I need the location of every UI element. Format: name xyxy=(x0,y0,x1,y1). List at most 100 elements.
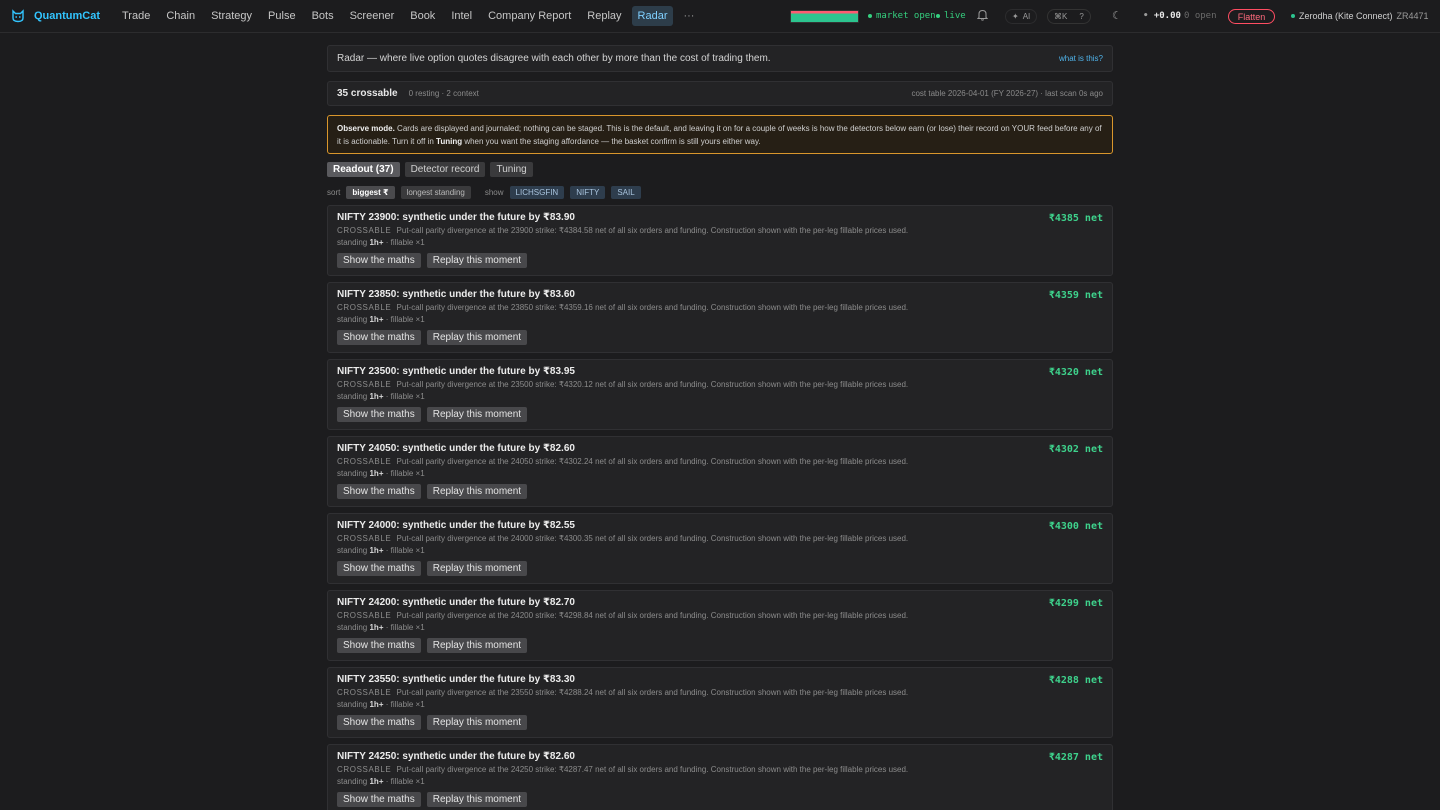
flatten-button[interactable]: Flatten xyxy=(1228,9,1275,24)
sort-filter-row: sort biggest ₹ longest standing show LIC… xyxy=(327,186,1113,199)
show-maths-button[interactable]: Show the maths xyxy=(337,484,421,499)
live-status-label: live xyxy=(944,11,966,21)
status-dot-icon xyxy=(868,14,872,18)
intro-text: Radar — where live option quotes disagre… xyxy=(337,53,771,64)
cat-logo-icon xyxy=(12,9,24,23)
card-meta: standing 1h+ · fillable ×1 xyxy=(337,392,1103,405)
card-net-value: ₹4385 net xyxy=(1048,213,1103,224)
standing-value: 1h+ xyxy=(369,238,384,247)
replay-moment-button[interactable]: Replay this moment xyxy=(426,561,528,576)
radar-card: NIFTY 24050: synthetic under the future … xyxy=(327,436,1113,507)
standing-value: 1h+ xyxy=(369,392,384,401)
fillable-value: · fillable ×1 xyxy=(385,546,425,555)
main-nav: Trade Chain Strategy Pulse Bots Screener… xyxy=(116,6,700,26)
nav-strategy[interactable]: Strategy xyxy=(205,6,258,26)
replay-moment-button[interactable]: Replay this moment xyxy=(426,407,528,422)
crossable-tag: CROSSABLE xyxy=(337,380,392,389)
fillable-value: · fillable ×1 xyxy=(385,392,425,401)
show-maths-button[interactable]: Show the maths xyxy=(337,792,421,807)
card-net-value: ₹4299 net xyxy=(1048,598,1103,609)
card-title: NIFTY 23900: synthetic under the future … xyxy=(337,212,575,223)
crossable-tag: CROSSABLE xyxy=(337,226,392,235)
card-description: CROSSABLE Put-call parity divergence at … xyxy=(337,303,1103,315)
tab-tuning[interactable]: Tuning xyxy=(490,162,533,177)
nav-screener[interactable]: Screener xyxy=(344,6,401,26)
help-label: ? xyxy=(1079,12,1084,21)
broker-status[interactable]: Zerodha (Kite Connect) ZR4471 xyxy=(1291,11,1429,21)
show-maths-button[interactable]: Show the maths xyxy=(337,407,421,422)
sort-biggest[interactable]: biggest ₹ xyxy=(346,186,395,199)
nav-intel[interactable]: Intel xyxy=(445,6,478,26)
brand[interactable]: QuantumCat xyxy=(0,9,112,23)
top-bar: QuantumCat Trade Chain Strategy Pulse Bo… xyxy=(0,0,1440,33)
show-maths-button[interactable]: Show the maths xyxy=(337,715,421,730)
card-net-value: ₹4320 net xyxy=(1048,367,1103,378)
ai-button[interactable]: ✦ AI xyxy=(1005,9,1038,24)
crossable-tag: CROSSABLE xyxy=(337,765,392,774)
filter-lichsgfin[interactable]: LICHSGFIN xyxy=(509,186,565,199)
card-meta: standing 1h+ · fillable ×1 xyxy=(337,700,1103,713)
crossable-tag: CROSSABLE xyxy=(337,457,392,466)
card-meta: standing 1h+ · fillable ×1 xyxy=(337,777,1103,790)
standing-label: standing xyxy=(337,315,368,324)
show-maths-button[interactable]: Show the maths xyxy=(337,253,421,268)
radar-card: NIFTY 24200: synthetic under the future … xyxy=(327,590,1113,661)
bell-icon[interactable] xyxy=(977,9,988,21)
nav-radar[interactable]: Radar xyxy=(631,6,674,26)
replay-moment-button[interactable]: Replay this moment xyxy=(426,330,528,345)
card-net-value: ₹4302 net xyxy=(1048,444,1103,455)
nav-replay[interactable]: Replay xyxy=(581,6,627,26)
shortcut-label: ⌘K xyxy=(1054,12,1068,21)
crossable-tag: CROSSABLE xyxy=(337,611,392,620)
moon-icon[interactable]: ☾ xyxy=(1112,9,1122,22)
nav-company-report[interactable]: Company Report xyxy=(482,6,577,26)
radar-card: NIFTY 23900: synthetic under the future … xyxy=(327,205,1113,276)
brand-name: QuantumCat xyxy=(34,10,100,22)
card-desc-text: Put-call parity divergence at the 24250 … xyxy=(396,765,909,774)
card-desc-text: Put-call parity divergence at the 23550 … xyxy=(396,688,909,697)
nav-book[interactable]: Book xyxy=(404,6,441,26)
nav-more-button[interactable]: ··· xyxy=(677,10,700,22)
show-label: show xyxy=(484,188,504,197)
standing-label: standing xyxy=(337,546,368,555)
observe-mode-banner: Observe mode. Cards are displayed and jo… xyxy=(327,115,1113,154)
observe-body-2: when you want the staging affordance — t… xyxy=(464,137,761,146)
card-net-value: ₹4288 net xyxy=(1048,675,1103,686)
filter-sail[interactable]: SAIL xyxy=(611,186,641,199)
filter-nifty[interactable]: NIFTY xyxy=(570,186,606,199)
live-status: live xyxy=(936,11,966,21)
standing-label: standing xyxy=(337,392,368,401)
radar-card: NIFTY 24250: synthetic under the future … xyxy=(327,744,1113,810)
nav-pulse[interactable]: Pulse xyxy=(262,6,302,26)
show-maths-button[interactable]: Show the maths xyxy=(337,330,421,345)
replay-moment-button[interactable]: Replay this moment xyxy=(426,792,528,807)
what-is-this-link[interactable]: what is this? xyxy=(1059,54,1103,63)
show-maths-button[interactable]: Show the maths xyxy=(337,638,421,653)
nav-bots[interactable]: Bots xyxy=(306,6,340,26)
replay-moment-button[interactable]: Replay this moment xyxy=(426,484,528,499)
pnl-dot-icon: • xyxy=(1143,11,1149,21)
market-status-label: market open xyxy=(876,11,936,21)
command-palette-button[interactable]: ⌘K ? xyxy=(1047,9,1091,24)
nav-trade[interactable]: Trade xyxy=(116,6,156,26)
standing-value: 1h+ xyxy=(369,623,384,632)
standing-label: standing xyxy=(337,469,368,478)
tuning-link[interactable]: Tuning xyxy=(436,137,462,146)
nav-chain[interactable]: Chain xyxy=(160,6,201,26)
card-title: NIFTY 23550: synthetic under the future … xyxy=(337,674,575,685)
sort-longest-standing[interactable]: longest standing xyxy=(400,186,471,199)
replay-moment-button[interactable]: Replay this moment xyxy=(426,253,528,268)
card-desc-text: Put-call parity divergence at the 24050 … xyxy=(396,457,909,466)
market-status: market open xyxy=(868,11,936,21)
card-title: NIFTY 24050: synthetic under the future … xyxy=(337,443,575,454)
tab-readout[interactable]: Readout (37) xyxy=(327,162,400,177)
show-maths-button[interactable]: Show the maths xyxy=(337,561,421,576)
card-title: NIFTY 23500: synthetic under the future … xyxy=(337,366,575,377)
replay-moment-button[interactable]: Replay this moment xyxy=(426,715,528,730)
resting-context-count: 0 resting · 2 context xyxy=(408,89,479,98)
open-positions: 0 open xyxy=(1184,11,1217,21)
replay-moment-button[interactable]: Replay this moment xyxy=(426,638,528,653)
radar-card: NIFTY 23850: synthetic under the future … xyxy=(327,282,1113,353)
tab-detector-record[interactable]: Detector record xyxy=(404,162,486,177)
card-title: NIFTY 24250: synthetic under the future … xyxy=(337,751,575,762)
